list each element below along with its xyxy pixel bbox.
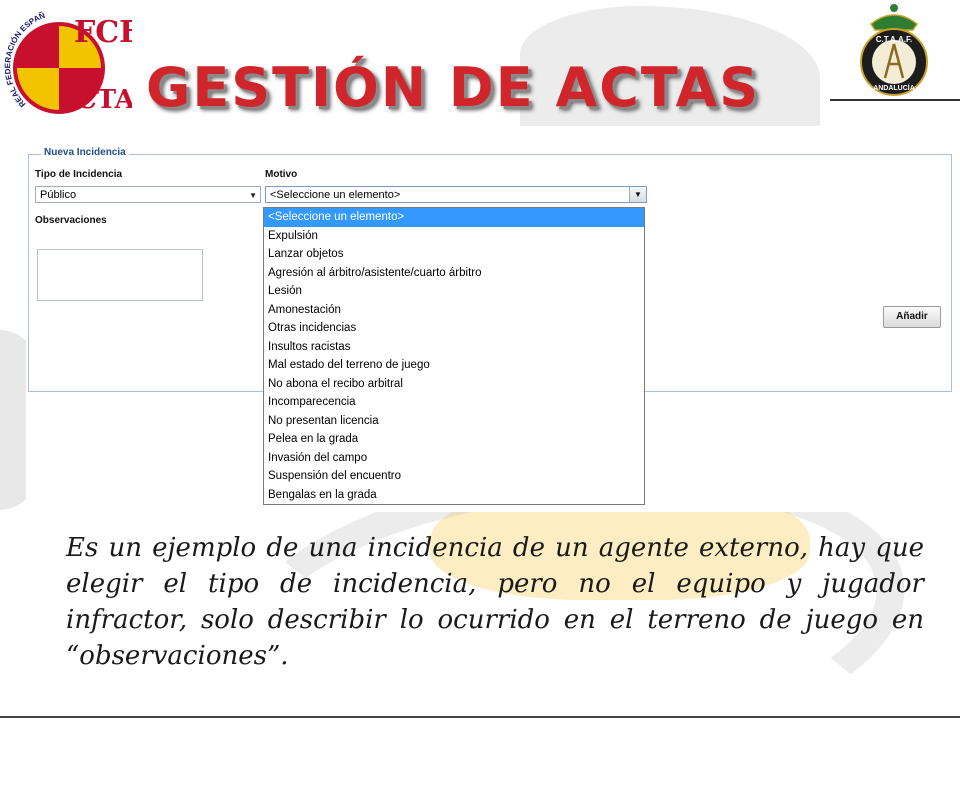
observaciones-textarea[interactable] (37, 249, 203, 301)
tipo-incidencia-select[interactable]: Público ▼ (35, 186, 261, 203)
motivo-option[interactable]: Otras incidencias (264, 319, 644, 338)
motivo-select[interactable]: <Seleccione un elemento> ▼ (265, 186, 647, 203)
motivo-option[interactable]: Lesión (264, 282, 644, 301)
header-divider (830, 99, 960, 101)
rfef-cta-logo: REAL FEDERACIÓN ESPAÑOLA DE FÚTBOL FCF C… (4, 4, 132, 115)
motivo-option[interactable]: Agresión al árbitro/asistente/cuarto árb… (264, 264, 644, 283)
motivo-option[interactable]: Pelea en la grada (264, 430, 644, 449)
motivo-option[interactable]: No abona el recibo arbitral (264, 375, 644, 394)
motivo-option[interactable]: <Seleccione un elemento> (264, 208, 644, 227)
motivo-option[interactable]: Amonestación (264, 301, 644, 320)
fcf-initials: FCF (74, 15, 132, 50)
form-screenshot: Nueva Incidencia Tipo de Incidencia Públ… (26, 140, 960, 512)
motivo-option[interactable]: Expulsión (264, 227, 644, 246)
page-title: GESTIÓN DE ACTAS (146, 56, 761, 119)
motivo-option[interactable]: No presentan licencia (264, 412, 644, 431)
cta-initials: CTA (76, 85, 132, 115)
dropdown-arrow-icon[interactable]: ▼ (629, 187, 646, 202)
fieldset-legend: Nueva Incidencia (41, 147, 129, 158)
motivo-option[interactable]: Insultos racistas (264, 338, 644, 357)
motivo-option[interactable]: Invasión del campo (264, 449, 644, 468)
chevron-down-icon: ▼ (249, 191, 257, 200)
ctaaf-initials: C.T.A.A.F. (876, 35, 912, 44)
motivo-label: Motivo (265, 169, 298, 180)
motivo-option[interactable]: Bengalas en la grada (264, 486, 644, 505)
motivo-option[interactable]: Suspensión del encuentro (264, 467, 644, 486)
footer-divider (0, 716, 960, 718)
motivo-option[interactable]: Mal estado del terreno de juego (264, 356, 644, 375)
ctaaf-ring-text: ANDALUCÍA (873, 83, 915, 92)
ctaaf-andalucia-logo: C.T.A.A.F. ANDALUCÍA (860, 4, 928, 96)
motivo-dropdown-list: <Seleccione un elemento> Expulsión Lanzar … (263, 207, 645, 505)
motivo-option[interactable]: Lanzar objetos (264, 245, 644, 264)
caption-text: Es un ejemplo de una incidencia de un ag… (66, 533, 924, 671)
tipo-incidencia-label: Tipo de Incidencia (35, 169, 123, 180)
anadir-button[interactable]: Añadir (883, 306, 941, 328)
motivo-value: <Seleccione un elemento> (270, 189, 401, 201)
motivo-option[interactable]: Incomparecencia (264, 393, 644, 412)
observaciones-label: Observaciones (35, 215, 107, 226)
tipo-incidencia-value: Público (40, 189, 77, 201)
